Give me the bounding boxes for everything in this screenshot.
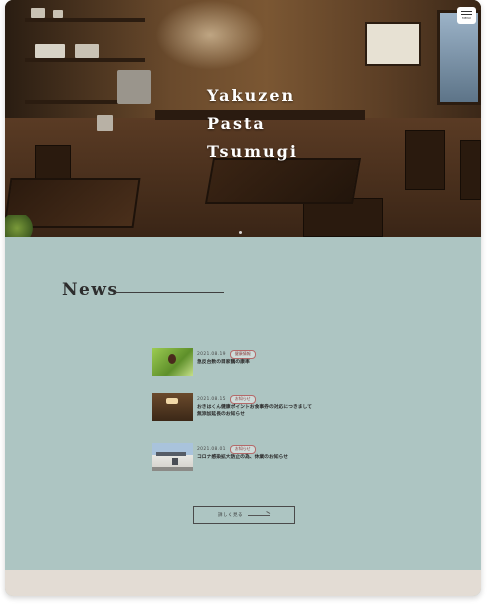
news-category-badge: お知らせ xyxy=(229,395,256,404)
news-meta: 2021.08.15 お知らせ xyxy=(197,395,256,404)
slider-dot[interactable] xyxy=(239,231,242,234)
hero-section: Yakuzen Pasta Tsumugi MENU xyxy=(5,0,481,237)
view-more-button[interactable]: 詳しく見る xyxy=(193,506,295,524)
menu-button[interactable]: MENU xyxy=(457,7,476,24)
shelf-box xyxy=(35,44,65,58)
hero-photo-light xyxy=(155,0,265,70)
page-frame: Yakuzen Pasta Tsumugi MENU News 2021.08.… xyxy=(5,0,481,596)
news-date: 2021.08.15 xyxy=(197,396,226,402)
shelf xyxy=(25,18,145,22)
chair xyxy=(35,145,71,181)
hamburger-icon xyxy=(461,13,472,15)
news-title[interactable]: おきはくん健康ポイントお食事券の対応につきまして 無添加延長のお知らせ xyxy=(197,404,347,418)
news-date: 2021.08.19 xyxy=(197,351,226,357)
news-meta: 2021.08.19 健康情報 xyxy=(197,350,256,359)
news-thumbnail[interactable] xyxy=(152,393,193,421)
news-title-line: コロナ感染拡大防止の為、休業のお知らせ xyxy=(197,455,289,460)
news-category-badge: お知らせ xyxy=(229,445,256,454)
news-divider xyxy=(115,292,224,293)
menu-label: MENU xyxy=(462,16,471,20)
shelf-jar xyxy=(31,8,45,18)
news-title-line: 急反台数の目家鶴の康率 xyxy=(197,360,250,365)
hero-title: Yakuzen Pasta Tsumugi xyxy=(207,82,298,166)
news-title-line: 無添加延長のお知らせ xyxy=(197,412,245,417)
news-category-badge: 健康情報 xyxy=(229,350,256,359)
footer-band xyxy=(5,570,481,596)
news-heading: News xyxy=(62,280,119,300)
chair xyxy=(460,140,481,200)
news-thumbnail[interactable] xyxy=(152,443,193,471)
window xyxy=(437,10,481,105)
news-title[interactable]: コロナ感染拡大防止の為、休業のお知らせ xyxy=(197,454,347,461)
news-thumbnail[interactable] xyxy=(152,348,193,376)
plant xyxy=(5,215,35,237)
coffee-machine xyxy=(117,70,151,104)
chair xyxy=(405,130,445,190)
hamburger-icon xyxy=(461,11,472,12)
photo-board xyxy=(365,22,421,66)
view-more-label: 詳しく見る xyxy=(218,513,243,518)
hero-title-line: Tsumugi xyxy=(207,142,298,161)
hero-title-line: Yakuzen xyxy=(207,86,296,105)
hero-title-line: Pasta xyxy=(207,114,266,133)
arrow-right-icon xyxy=(248,514,270,516)
news-title-line: おきはくん健康ポイントお食事券の対応につきまして xyxy=(197,405,312,410)
shelf-jar xyxy=(97,115,113,131)
shelf-box xyxy=(75,44,99,58)
news-date: 2021.08.01 xyxy=(197,446,226,452)
shelf-jar xyxy=(53,10,63,18)
shelf xyxy=(25,58,145,62)
news-title[interactable]: 急反台数の目家鶴の康率 xyxy=(197,359,347,366)
news-meta: 2021.08.01 お知らせ xyxy=(197,445,256,454)
